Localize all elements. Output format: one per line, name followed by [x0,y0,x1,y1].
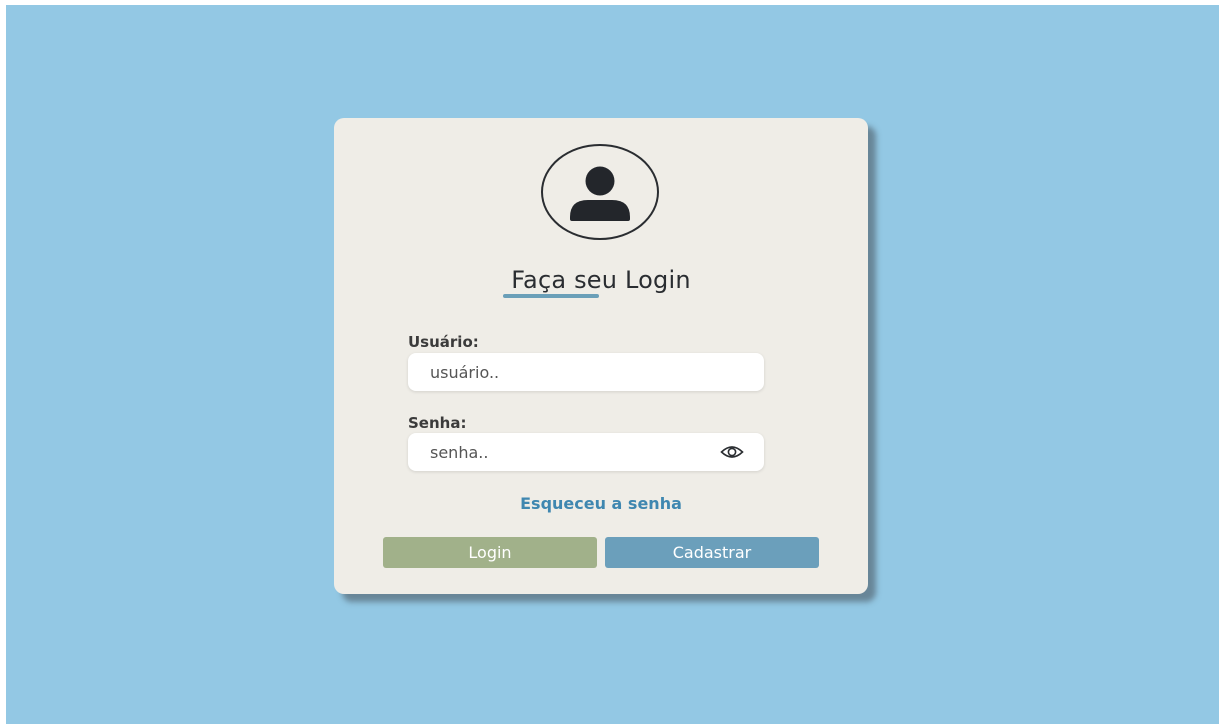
login-card: Faça seu Login Usuário: Senha: Esqueceu … [334,118,868,594]
page-title: Faça seu Login [511,266,691,294]
user-avatar-icon [570,166,630,221]
password-label: Senha: [408,414,467,432]
password-field-container [408,433,764,471]
page-background: Faça seu Login Usuário: Senha: Esqueceu … [6,5,1219,724]
register-button[interactable]: Cadastrar [605,537,819,568]
password-input[interactable] [430,433,700,471]
eye-icon[interactable] [720,444,744,460]
username-label: Usuário: [408,333,479,351]
avatar-circle [541,144,659,240]
username-field-container [408,353,764,391]
forgot-password-link[interactable]: Esqueceu a senha [334,494,868,513]
title-underline [503,294,599,298]
username-input[interactable] [430,353,700,391]
login-button[interactable]: Login [383,537,597,568]
